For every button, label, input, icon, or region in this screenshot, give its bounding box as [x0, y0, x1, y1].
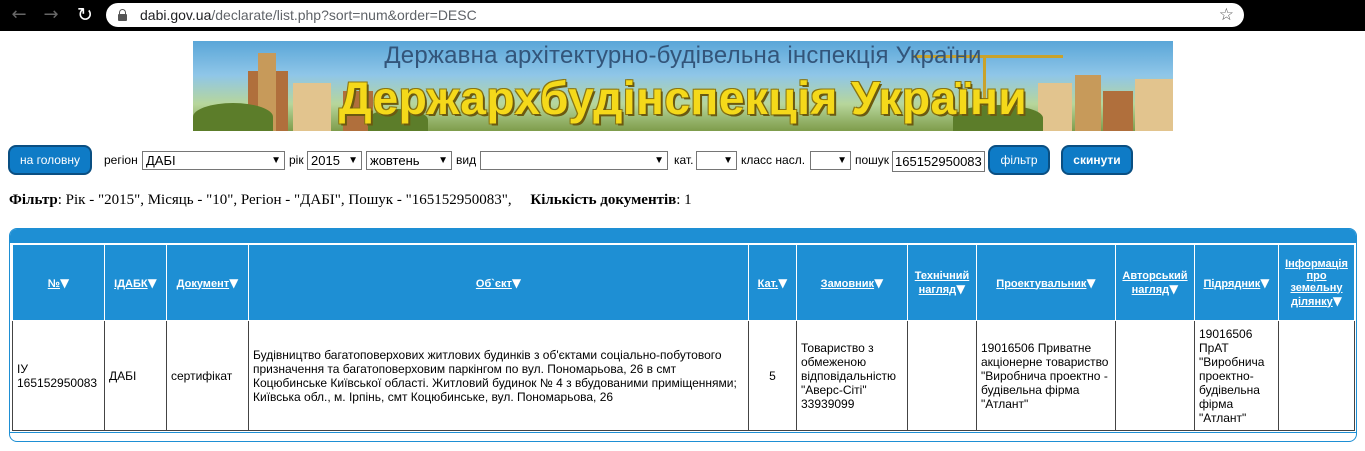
- kind-label: вид: [456, 153, 477, 167]
- cell-document: сертифікат: [166, 320, 249, 431]
- sort-arrow-icon[interactable]: ▼: [512, 276, 521, 290]
- filter-bar: на головну регіон ДАБІ ▼ рік 2015 ▼ жовтен…: [0, 145, 1365, 177]
- filter-summary: Фільтр: Рік - "2015", Місяць - "10", Рег…: [9, 192, 692, 209]
- results-panel: №▼ ІДАБК▼ Документ▼ Об`єкт▼ Кат.▼ Замовн…: [9, 228, 1357, 442]
- site-banner: Державна архітектурно-будівельна інспекц…: [193, 41, 1173, 131]
- home-button[interactable]: на головну: [8, 145, 92, 175]
- results-table: №▼ ІДАБК▼ Документ▼ Об`єкт▼ Кат.▼ Замовн…: [12, 244, 1355, 431]
- filter-summary-label: Фільтр: [9, 192, 58, 208]
- col-header-number[interactable]: №▼: [12, 244, 105, 321]
- chevron-down-icon: ▼: [348, 155, 358, 166]
- chevron-down-icon: ▼: [438, 155, 448, 166]
- reload-icon[interactable]: ↻: [74, 4, 96, 26]
- col-header-tech-supervision[interactable]: Технічний нагляд▼: [907, 244, 977, 321]
- document-count-label: Кількість документів: [530, 192, 677, 208]
- sort-arrow-icon[interactable]: ▼: [1260, 276, 1269, 290]
- col-header-designer[interactable]: Проектувальник▼: [976, 244, 1116, 321]
- chevron-down-icon: ▼: [654, 155, 664, 166]
- sort-arrow-icon[interactable]: ▼: [1333, 294, 1342, 308]
- address-bar[interactable]: dabi.gov.ua/declarate/list.php?sort=num&…: [106, 3, 1244, 27]
- banner-subtitle: Державна архітектурно-будівельна інспекц…: [384, 42, 982, 69]
- region-select[interactable]: ДАБІ ▼: [142, 151, 285, 170]
- reset-button[interactable]: скинути: [1061, 145, 1133, 175]
- banner-title: Держархбудінспекція України: [338, 72, 1028, 124]
- cell-designer: 19016506 Приватне акціонерне товариство …: [976, 320, 1116, 431]
- cell-land-info: [1278, 320, 1355, 431]
- col-header-idabk[interactable]: ІДАБК▼: [104, 244, 167, 321]
- chevron-down-icon: ▼: [837, 155, 847, 166]
- browser-toolbar: ← → ↻ dabi.gov.ua/declarate/list.php?sor…: [0, 0, 1365, 31]
- sort-arrow-icon[interactable]: ▼: [778, 276, 787, 290]
- table-row: ІУ 165152950083 ДАБІ сертифікат Будівниц…: [12, 320, 1355, 431]
- col-header-document[interactable]: Документ▼: [166, 244, 249, 321]
- document-count-value: : 1: [676, 192, 692, 208]
- filter-summary-text: : Рік - "2015", Місяць - "10", Регіон - …: [57, 192, 512, 208]
- forward-arrow-icon[interactable]: →: [40, 4, 62, 26]
- cell-author-supervision: [1115, 320, 1195, 431]
- category-label: кат.: [674, 153, 694, 167]
- col-header-author-supervision[interactable]: Авторський нагляд▼: [1115, 244, 1195, 321]
- filter-button[interactable]: фільтр: [988, 145, 1050, 175]
- lock-icon: [118, 9, 127, 21]
- category-select[interactable]: ▼: [696, 151, 737, 170]
- region-label: регіон: [104, 153, 138, 167]
- col-header-land-info[interactable]: Інформація про земельну ділянку▼: [1278, 244, 1355, 321]
- cell-number: ІУ 165152950083: [12, 320, 105, 431]
- class-label: класс насл.: [741, 153, 806, 167]
- year-label: рік: [289, 153, 304, 167]
- col-header-customer[interactable]: Замовник▼: [796, 244, 908, 321]
- bookmark-star-icon[interactable]: ☆: [1219, 5, 1234, 25]
- col-header-category[interactable]: Кат.▼: [748, 244, 797, 321]
- cell-customer: Товариство з обмеженою відповідальністю …: [796, 320, 908, 431]
- sort-arrow-icon[interactable]: ▼: [1086, 276, 1095, 290]
- year-select[interactable]: 2015 ▼: [307, 151, 362, 170]
- cell-contractor: 19016506 ПрАТ "Виробнича проектно-будіве…: [1194, 320, 1279, 431]
- kind-select[interactable]: ▼: [480, 151, 668, 170]
- cell-idabk: ДАБІ: [104, 320, 167, 431]
- sort-arrow-icon[interactable]: ▼: [60, 276, 69, 290]
- search-label: пошук: [855, 153, 890, 167]
- cell-object: Будівництво багатоповерхових житлових бу…: [248, 320, 749, 431]
- back-arrow-icon[interactable]: ←: [8, 4, 30, 26]
- col-header-object[interactable]: Об`єкт▼: [248, 244, 749, 321]
- sort-arrow-icon[interactable]: ▼: [956, 282, 965, 296]
- chevron-down-icon: ▼: [271, 155, 281, 166]
- cell-category: 5: [748, 320, 797, 431]
- sort-arrow-icon[interactable]: ▼: [874, 276, 883, 290]
- month-select[interactable]: жовтень ▼: [366, 151, 452, 170]
- search-input[interactable]: 165152950083: [892, 151, 985, 172]
- sort-arrow-icon[interactable]: ▼: [148, 276, 157, 290]
- sort-arrow-icon[interactable]: ▼: [229, 276, 238, 290]
- url-text: dabi.gov.ua/declarate/list.php?sort=num&…: [140, 7, 477, 23]
- col-header-contractor[interactable]: Підрядник▼: [1194, 244, 1279, 321]
- table-header-row: №▼ ІДАБК▼ Документ▼ Об`єкт▼ Кат.▼ Замовн…: [12, 244, 1355, 321]
- chevron-down-icon: ▼: [723, 155, 733, 166]
- sort-arrow-icon[interactable]: ▼: [1169, 282, 1178, 296]
- class-select[interactable]: ▼: [810, 151, 851, 170]
- cell-tech-supervision: [907, 320, 977, 431]
